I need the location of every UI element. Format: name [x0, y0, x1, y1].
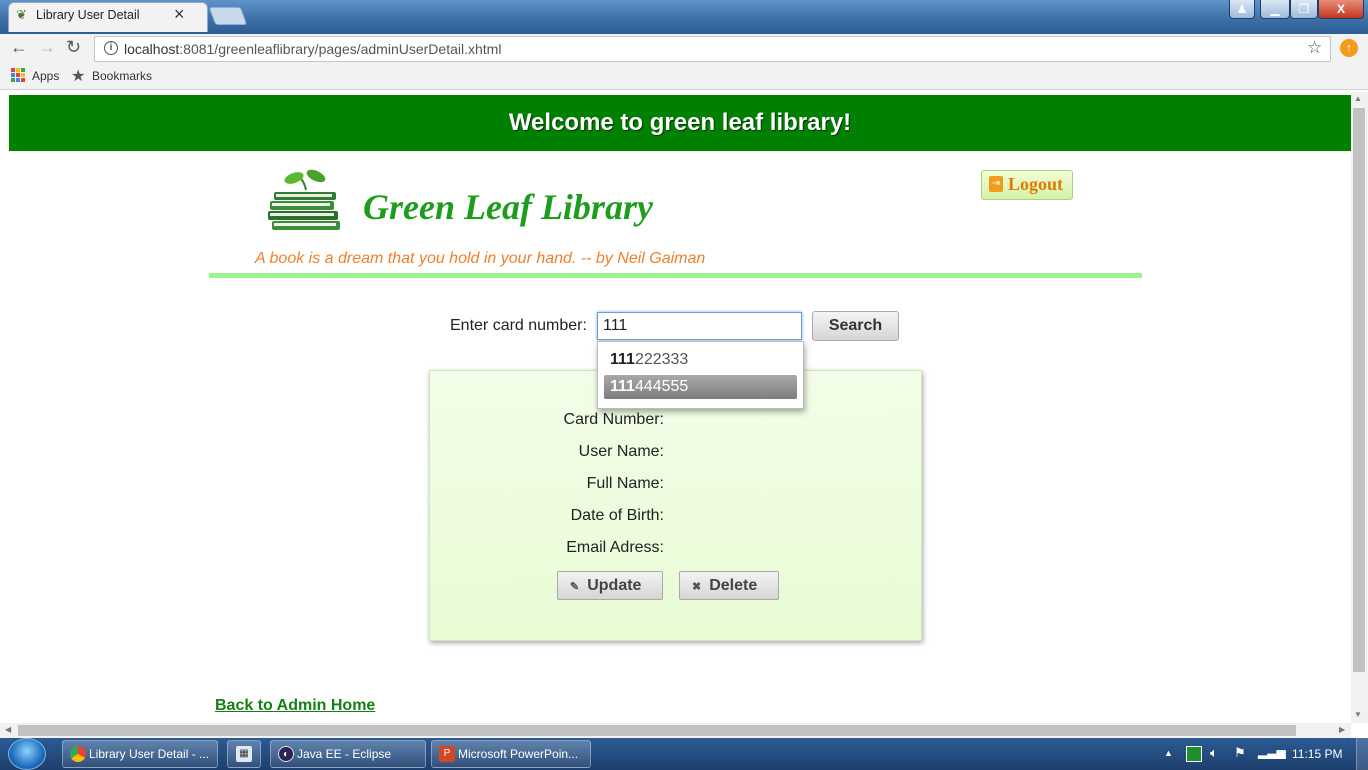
chrome-update-icon[interactable]: ↑: [1340, 39, 1358, 57]
apps-grid-icon[interactable]: [11, 68, 25, 82]
url-path: :8081/greenleaflibrary/pages/adminUserDe…: [179, 41, 502, 57]
maximize-button[interactable]: ❐: [1290, 0, 1318, 19]
powerpoint-icon: P: [439, 746, 455, 762]
action-center-flag-icon[interactable]: ⚑: [1234, 745, 1246, 761]
url-host: localhost: [124, 41, 180, 57]
book-favicon-icon: ❦: [16, 7, 27, 22]
suggestion-match: 111: [610, 378, 635, 395]
full-name-field-label: Full Name:: [586, 475, 664, 492]
bookmark-star-icon[interactable]: ☆: [1307, 38, 1322, 58]
new-tab-button[interactable]: [208, 7, 248, 25]
horizontal-scroll-thumb[interactable]: [18, 725, 1296, 736]
books-logo-icon: [268, 169, 340, 230]
suggestion-rest: 444555: [634, 378, 689, 395]
suggestion-match: 111: [610, 351, 635, 368]
update-label: Update: [587, 576, 642, 594]
update-button[interactable]: ✎ Update: [557, 571, 663, 600]
reload-icon[interactable]: ↻: [66, 37, 81, 58]
bookmarks-bar: [0, 64, 1368, 90]
scroll-left-arrow-icon[interactable]: ◀: [5, 725, 11, 734]
user-detail-panel: [429, 370, 922, 641]
bookmarks-star-icon[interactable]: ★: [71, 66, 85, 86]
suggestion-rest: 222333: [634, 351, 689, 368]
forward-arrow-icon[interactable]: →: [38, 37, 56, 58]
delete-button[interactable]: ✖ Delete: [679, 571, 779, 600]
delete-x-icon: ✖: [692, 580, 702, 593]
apps-link[interactable]: Apps: [32, 69, 59, 83]
user-name-field-label: User Name:: [578, 443, 664, 460]
back-to-admin-home-link[interactable]: Back to Admin Home: [215, 697, 375, 715]
info-icon[interactable]: i: [104, 41, 118, 55]
bookmarks-link[interactable]: Bookmarks: [92, 69, 152, 83]
welcome-banner: Welcome to green leaf library!: [9, 95, 1351, 151]
volume-icon[interactable]: 🔈︎: [1210, 745, 1218, 761]
pencil-icon: ✎: [570, 580, 580, 593]
taskbar-clock[interactable]: 11:15 PM: [1292, 747, 1342, 761]
minimize-button[interactable]: ▁: [1260, 0, 1290, 19]
tagline-quote: A book is a dream that you hold in your …: [255, 250, 706, 267]
autocomplete-suggestion[interactable]: 111222333: [604, 348, 797, 372]
user-profile-icon[interactable]: ♟: [1229, 0, 1255, 19]
back-arrow-icon[interactable]: ←: [10, 37, 28, 58]
card-number-label: Enter card number:: [450, 317, 587, 334]
eclipse-icon: ◐: [278, 746, 294, 762]
scroll-up-arrow-icon[interactable]: ▲: [1354, 94, 1362, 103]
taskbar-item-powerpoint[interactable]: Microsoft PowerPoin...: [431, 740, 591, 768]
search-button[interactable]: Search: [812, 311, 899, 341]
email-field-label: Email Adress:: [566, 539, 664, 556]
delete-label: Delete: [709, 576, 758, 594]
card-number-field-label: Card Number:: [563, 411, 664, 428]
show-desktop-button[interactable]: [1356, 738, 1368, 770]
card-number-input[interactable]: [597, 312, 802, 340]
header-divider: [209, 273, 1142, 278]
vertical-scroll-thumb[interactable]: [1353, 108, 1365, 672]
autocomplete-suggestion-highlighted[interactable]: 111444555: [604, 375, 797, 399]
brand-title: Green Leaf Library: [363, 187, 653, 227]
date-of-birth-field-label: Date of Birth:: [570, 507, 664, 524]
calculator-icon: ▦: [236, 746, 252, 762]
tray-expand-icon[interactable]: ▲: [1164, 748, 1173, 758]
close-window-button[interactable]: X: [1318, 0, 1364, 19]
tab-title: Library User Detail: [36, 8, 140, 22]
network-signal-icon[interactable]: ▂▃▅: [1258, 745, 1286, 759]
scroll-right-arrow-icon[interactable]: ▶: [1339, 725, 1345, 734]
logout-icon: ⇥: [989, 176, 1003, 192]
chrome-icon: [70, 746, 86, 762]
url-text[interactable]: localhost:8081/greenleaflibrary/pages/ad…: [124, 41, 501, 57]
logout-label[interactable]: Logout: [1008, 174, 1063, 195]
tray-app-icon[interactable]: [1186, 746, 1202, 762]
start-button[interactable]: [8, 738, 46, 770]
scroll-down-arrow-icon[interactable]: ▼: [1354, 710, 1362, 719]
tab-close-icon[interactable]: ×: [174, 4, 185, 25]
